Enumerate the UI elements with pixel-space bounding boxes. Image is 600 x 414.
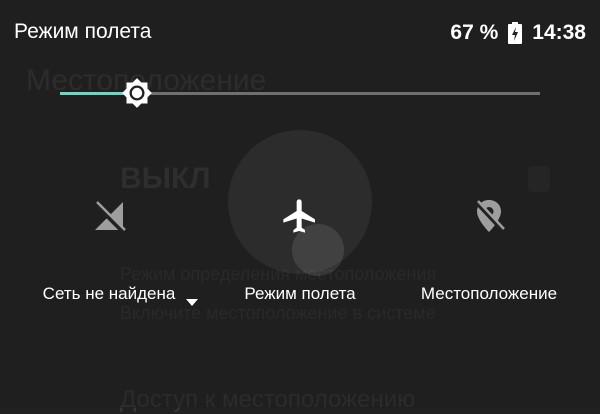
tile-mobile-network[interactable]: Сеть не найдена [34,188,184,338]
tile-label-location: Местоположение [420,284,558,303]
status-bar-indicators: 67 % 14:38 [450,20,586,46]
tile-label-airplane: Режим полета [244,284,356,303]
tile-location[interactable]: Местоположение [414,188,564,338]
brightness-slider[interactable] [60,76,540,110]
status-bar-title: Режим полета [14,20,152,43]
location-off-icon [474,200,505,233]
clock: 14:38 [532,21,586,44]
tile-airplane-mode[interactable]: Режим полета [225,188,375,338]
no-signal-icon [93,201,126,234]
tile-label-network: Сеть не найдена [42,284,176,303]
airplane-icon [283,199,315,233]
battery-percentage: 67 % [450,21,499,44]
battery-charging-icon [508,22,523,44]
brightness-icon[interactable] [120,76,154,110]
chevron-down-icon[interactable] [186,299,198,307]
